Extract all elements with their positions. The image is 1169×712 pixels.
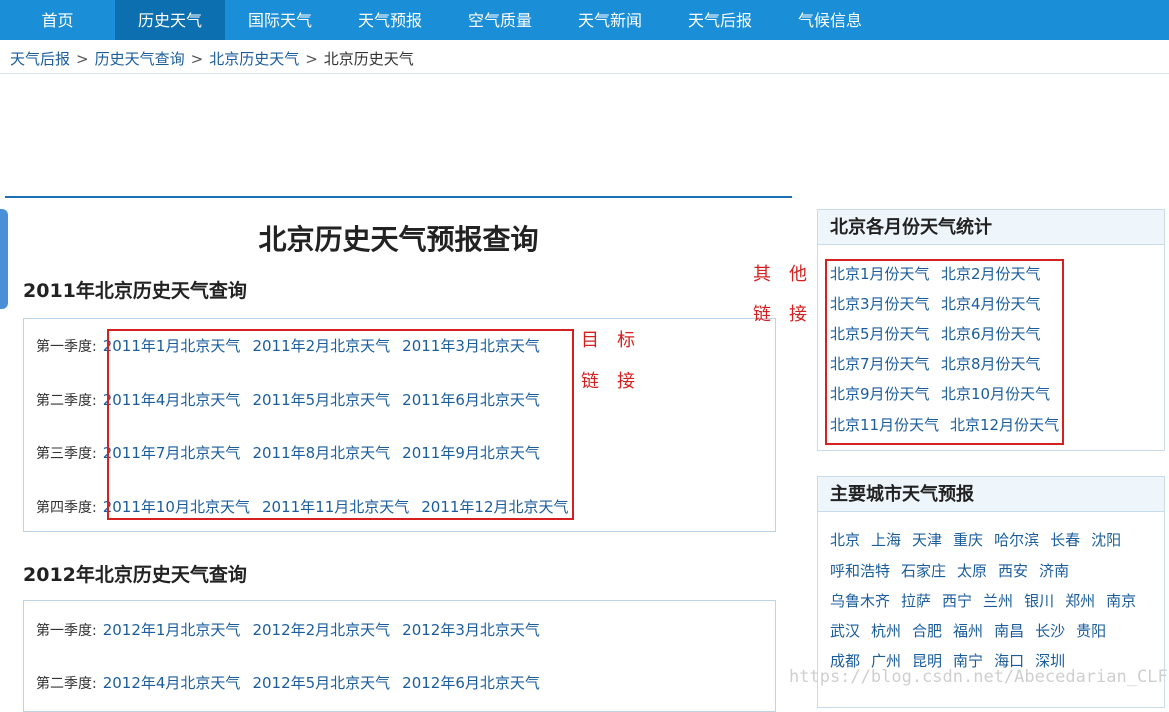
city-link[interactable]: 西宁 — [942, 592, 972, 610]
city-link[interactable]: 贵阳 — [1076, 622, 1106, 640]
other-links-highlight — [825, 259, 1064, 445]
city-row: 武汉 杭州 合肥 福州 南昌 长沙 贵阳 — [830, 620, 1117, 641]
quarter-label: 第二季度: — [36, 393, 97, 409]
city-link[interactable]: 济南 — [1039, 562, 1069, 580]
nav-weather-news[interactable]: 天气新闻 — [555, 0, 665, 40]
city-row: 北京 上海 天津 重庆 哈尔滨 长春 沈阳 — [830, 529, 1132, 550]
breadcrumb-weather-report[interactable]: 天气后报 — [10, 50, 70, 68]
city-link[interactable]: 南京 — [1106, 592, 1136, 610]
city-link[interactable]: 哈尔滨 — [994, 531, 1039, 549]
year-title-2012: 2012年北京历史天气查询 — [23, 564, 247, 586]
breadcrumb-separator: > — [305, 50, 318, 68]
nav-weather-forecast[interactable]: 天气预报 — [335, 0, 445, 40]
city-link[interactable]: 长春 — [1050, 531, 1080, 549]
annotation-other-line1: 其他 — [753, 264, 825, 285]
city-link[interactable]: 武汉 — [830, 622, 860, 640]
city-link[interactable]: 呼和浩特 — [830, 562, 890, 580]
breadcrumb-separator: > — [76, 50, 89, 68]
top-nav: 首页 历史天气 国际天气 天气预报 空气质量 天气新闻 天气后报 气候信息 — [0, 0, 1169, 40]
quarter-row: 第一季度: 2012年1月北京天气 2012年2月北京天气 2012年3月北京天气 — [36, 619, 552, 640]
nav-home[interactable]: 首页 — [0, 0, 115, 40]
year-box-2012: 第一季度: 2012年1月北京天气 2012年2月北京天气 2012年3月北京天气 第… — [23, 600, 776, 712]
quarter-label: 第三季度: — [36, 446, 97, 462]
annotation-target-line2: 链接 — [581, 371, 653, 392]
city-link[interactable]: 石家庄 — [901, 562, 946, 580]
breadcrumb: 天气后报 > 历史天气查询 > 北京历史天气 > 北京历史天气 — [10, 48, 414, 69]
city-link[interactable]: 沈阳 — [1091, 531, 1121, 549]
month-link[interactable]: 2012年4月北京天气 — [103, 674, 241, 692]
city-link[interactable]: 北京 — [830, 531, 860, 549]
city-link[interactable]: 南昌 — [994, 622, 1024, 640]
breadcrumb-history-query[interactable]: 历史天气查询 — [95, 50, 185, 68]
city-link[interactable]: 福州 — [953, 622, 983, 640]
city-link[interactable]: 兰州 — [983, 592, 1013, 610]
monthly-panel-title: 北京各月份天气统计 — [818, 210, 1164, 245]
month-link[interactable]: 2012年1月北京天气 — [103, 621, 241, 639]
nav-weather-report[interactable]: 天气后报 — [665, 0, 775, 40]
nav-international-weather[interactable]: 国际天气 — [225, 0, 335, 40]
breadcrumb-divider — [0, 73, 1169, 74]
city-link[interactable]: 杭州 — [871, 622, 901, 640]
city-row: 乌鲁木齐 拉萨 西宁 兰州 银川 郑州 南京 — [830, 590, 1147, 611]
city-link[interactable]: 银川 — [1024, 592, 1054, 610]
quarter-label: 第一季度: — [36, 339, 97, 355]
city-link[interactable]: 郑州 — [1065, 592, 1095, 610]
month-link[interactable]: 2012年5月北京天气 — [252, 674, 390, 692]
annotation-target-line1: 目标 — [581, 330, 653, 351]
quarter-label: 第四季度: — [36, 500, 97, 516]
city-link[interactable]: 西安 — [998, 562, 1028, 580]
breadcrumb-beijing-history[interactable]: 北京历史天气 — [209, 50, 299, 68]
target-links-highlight — [107, 329, 574, 520]
city-link[interactable]: 重庆 — [953, 531, 983, 549]
breadcrumb-separator: > — [190, 50, 204, 68]
quarter-label: 第二季度: — [36, 676, 97, 692]
month-link[interactable]: 2012年2月北京天气 — [252, 621, 390, 639]
city-link[interactable]: 乌鲁木齐 — [830, 592, 890, 610]
city-link[interactable]: 拉萨 — [901, 592, 931, 610]
city-panel-title: 主要城市天气预报 — [818, 477, 1164, 512]
month-link[interactable]: 2012年6月北京天气 — [402, 674, 540, 692]
city-link[interactable]: 天津 — [912, 531, 942, 549]
page-title: 北京历史天气预报查询 — [258, 223, 539, 256]
nav-history-weather[interactable]: 历史天气 — [115, 0, 225, 40]
city-row: 呼和浩特 石家庄 太原 西安 济南 — [830, 560, 1080, 581]
quarter-row: 第二季度: 2012年4月北京天气 2012年5月北京天气 2012年6月北京天气 — [36, 672, 552, 693]
quarter-label: 第一季度: — [36, 623, 97, 639]
nav-air-quality[interactable]: 空气质量 — [445, 0, 555, 40]
breadcrumb-current: 北京历史天气 — [323, 50, 414, 68]
city-link[interactable]: 长沙 — [1035, 622, 1065, 640]
month-link[interactable]: 2012年3月北京天气 — [402, 621, 540, 639]
year-title-2011: 2011年北京历史天气查询 — [23, 280, 247, 302]
city-link[interactable]: 上海 — [871, 531, 901, 549]
watermark: https://blog.csdn.net/Abecedarian_CLF — [789, 667, 1168, 687]
city-link[interactable]: 太原 — [957, 562, 987, 580]
city-link[interactable]: 合肥 — [912, 622, 942, 640]
annotation-other-line2: 链接 — [753, 304, 825, 325]
nav-climate-info[interactable]: 气候信息 — [775, 0, 885, 40]
